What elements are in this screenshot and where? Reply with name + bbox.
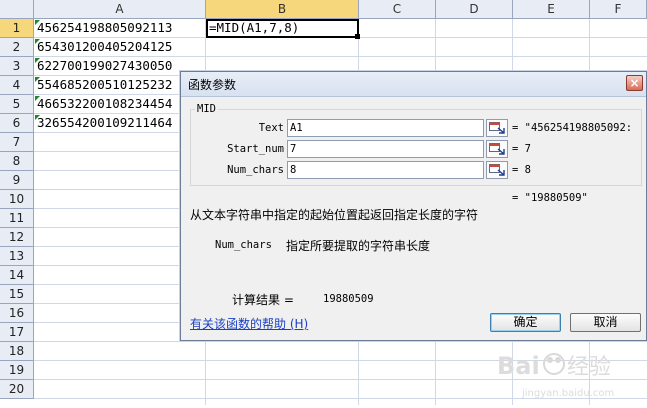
row-header[interactable]: 4 [0, 76, 34, 95]
function-help-link[interactable]: 有关该函数的帮助 (H) [190, 315, 308, 332]
close-icon[interactable]: × [626, 75, 643, 91]
row-header[interactable]: 8 [0, 152, 34, 171]
row-header[interactable]: 1 [0, 19, 34, 38]
error-indicator-icon [35, 20, 40, 25]
arg-label-text: Text [258, 122, 284, 134]
column-header-a[interactable]: A [34, 0, 206, 19]
column-header-c[interactable]: C [359, 0, 436, 19]
row-header[interactable]: 11 [0, 209, 34, 228]
arg-label-num-chars: Num_chars [227, 164, 284, 176]
calc-result-label: 计算结果 = [232, 293, 294, 307]
row-header[interactable]: 16 [0, 304, 34, 323]
column-header-f[interactable]: F [590, 0, 647, 19]
column-header-b[interactable]: B [206, 0, 359, 19]
cell-a1[interactable]: 456254198805092113 [35, 19, 207, 37]
select-all-corner[interactable] [0, 0, 34, 19]
row-header[interactable]: 14 [0, 266, 34, 285]
error-indicator-icon [35, 77, 40, 82]
row-header[interactable]: 6 [0, 114, 34, 133]
row-header[interactable]: 10 [0, 190, 34, 209]
param-description: 指定所要提取的字符串长度 [286, 239, 431, 253]
row-header[interactable]: 15 [0, 285, 34, 304]
arg-label-start-num: Start_num [227, 143, 284, 155]
row-header[interactable]: 7 [0, 133, 34, 152]
range-select-icon[interactable] [486, 161, 508, 179]
row-header[interactable]: 3 [0, 57, 34, 76]
formula-result-preview: = "19880509" [512, 192, 588, 204]
arg-result-text: = "456254198805092: [512, 122, 633, 134]
error-indicator-icon [35, 39, 40, 44]
row-header[interactable]: 20 [0, 380, 34, 399]
range-select-icon[interactable] [486, 140, 508, 158]
function-description: 从文本字符串中指定的起始位置起返回指定长度的字符 [190, 208, 479, 222]
column-header-d[interactable]: D [436, 0, 513, 19]
calc-result-value: 19880509 [323, 293, 374, 305]
error-indicator-icon [35, 58, 40, 63]
row-header[interactable]: 13 [0, 247, 34, 266]
svg-text:Bai: Bai [497, 352, 540, 380]
error-indicator-icon [35, 115, 40, 120]
svg-text:jingyan.baidu.com: jingyan.baidu.com [521, 388, 614, 399]
dialog-title: 函数参数 [188, 78, 237, 92]
function-name: MID [195, 103, 218, 115]
baidu-jingyan-watermark: Bai 经验 jingyan.baidu.com [492, 340, 647, 405]
row-header[interactable]: 5 [0, 95, 34, 114]
row-header[interactable]: 12 [0, 228, 34, 247]
row-header[interactable]: 17 [0, 323, 34, 342]
cancel-button[interactable]: 取消 [570, 313, 641, 332]
active-cell-border [206, 19, 359, 38]
ok-button[interactable]: 确定 [490, 313, 561, 332]
param-name: Num_chars [215, 239, 272, 251]
error-indicator-icon [35, 96, 40, 101]
svg-text:经验: 经验 [567, 355, 611, 380]
row-header[interactable]: 9 [0, 171, 34, 190]
function-arguments-dialog: 函数参数 × MID Text A1 = "456254198805092: S… [180, 71, 647, 341]
column-header-e[interactable]: E [513, 0, 590, 19]
range-select-icon[interactable] [486, 119, 508, 137]
arg-input-text[interactable]: A1 [287, 119, 484, 137]
arg-input-start-num[interactable]: 7 [287, 140, 484, 158]
row-header[interactable]: 2 [0, 38, 34, 57]
cell-a2[interactable]: 654301200405204125 [35, 38, 207, 56]
row-header[interactable]: 19 [0, 361, 34, 380]
arg-result-num-chars: = 8 [512, 164, 531, 176]
arg-result-start-num: = 7 [512, 143, 531, 155]
row-header[interactable]: 18 [0, 342, 34, 361]
fill-handle[interactable] [355, 34, 360, 39]
dialog-titlebar[interactable]: 函数参数 × [181, 72, 646, 97]
arg-input-num-chars[interactable]: 8 [287, 161, 484, 179]
